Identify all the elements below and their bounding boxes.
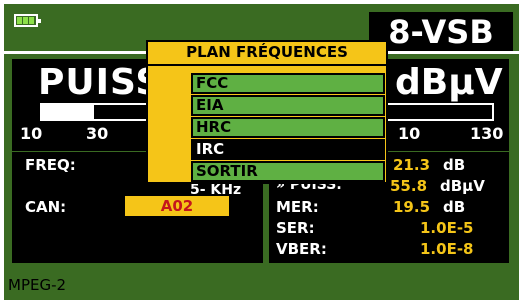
measure-row1-unit: dB (443, 156, 466, 174)
level-bar-fill (40, 103, 94, 121)
menu-item-sortir[interactable]: SORTIR (191, 161, 385, 182)
demod-mode: MPEG-2 (8, 276, 67, 294)
puiss-value: 55.8 (390, 177, 428, 195)
menu-title: PLAN FRÉQUENCES (186, 43, 348, 61)
mer-value: 19.5 (393, 198, 431, 216)
can-value[interactable]: A02 (125, 196, 229, 216)
menu-item-eia[interactable]: EIA (191, 95, 385, 116)
scale-label-30: 30 (86, 124, 109, 143)
menu-item-hrc[interactable]: HRC (191, 117, 385, 138)
battery-icon (14, 14, 41, 27)
measure-row1-value: 21.3 (393, 156, 431, 174)
ser-label: SER: (276, 219, 315, 237)
can-label: CAN: (25, 198, 67, 216)
standard-badge: 8-VSB (369, 12, 513, 52)
menu-item-fcc[interactable]: FCC (191, 73, 385, 94)
level-unit: dBµV (395, 62, 503, 103)
mer-label: MER: (276, 198, 319, 216)
menu-item-irc[interactable]: IRC (191, 139, 385, 160)
puiss-unit: dBµV (440, 177, 485, 195)
mer-unit: dB (443, 198, 466, 216)
scale-label-130: 130 (470, 124, 504, 143)
vber-value: 1.0E-8 (420, 240, 474, 258)
level-title: PUISS (38, 62, 163, 103)
scale-label-10: 10 (20, 124, 43, 143)
menu-divider (148, 64, 386, 66)
vber-label: VBER: (276, 240, 327, 258)
freq-label: FREQ: (25, 156, 76, 174)
scale-label-110: 10 (398, 124, 421, 143)
ser-value: 1.0E-5 (420, 219, 474, 237)
menu-list: FCC EIA HRC IRC SORTIR (191, 73, 385, 184)
